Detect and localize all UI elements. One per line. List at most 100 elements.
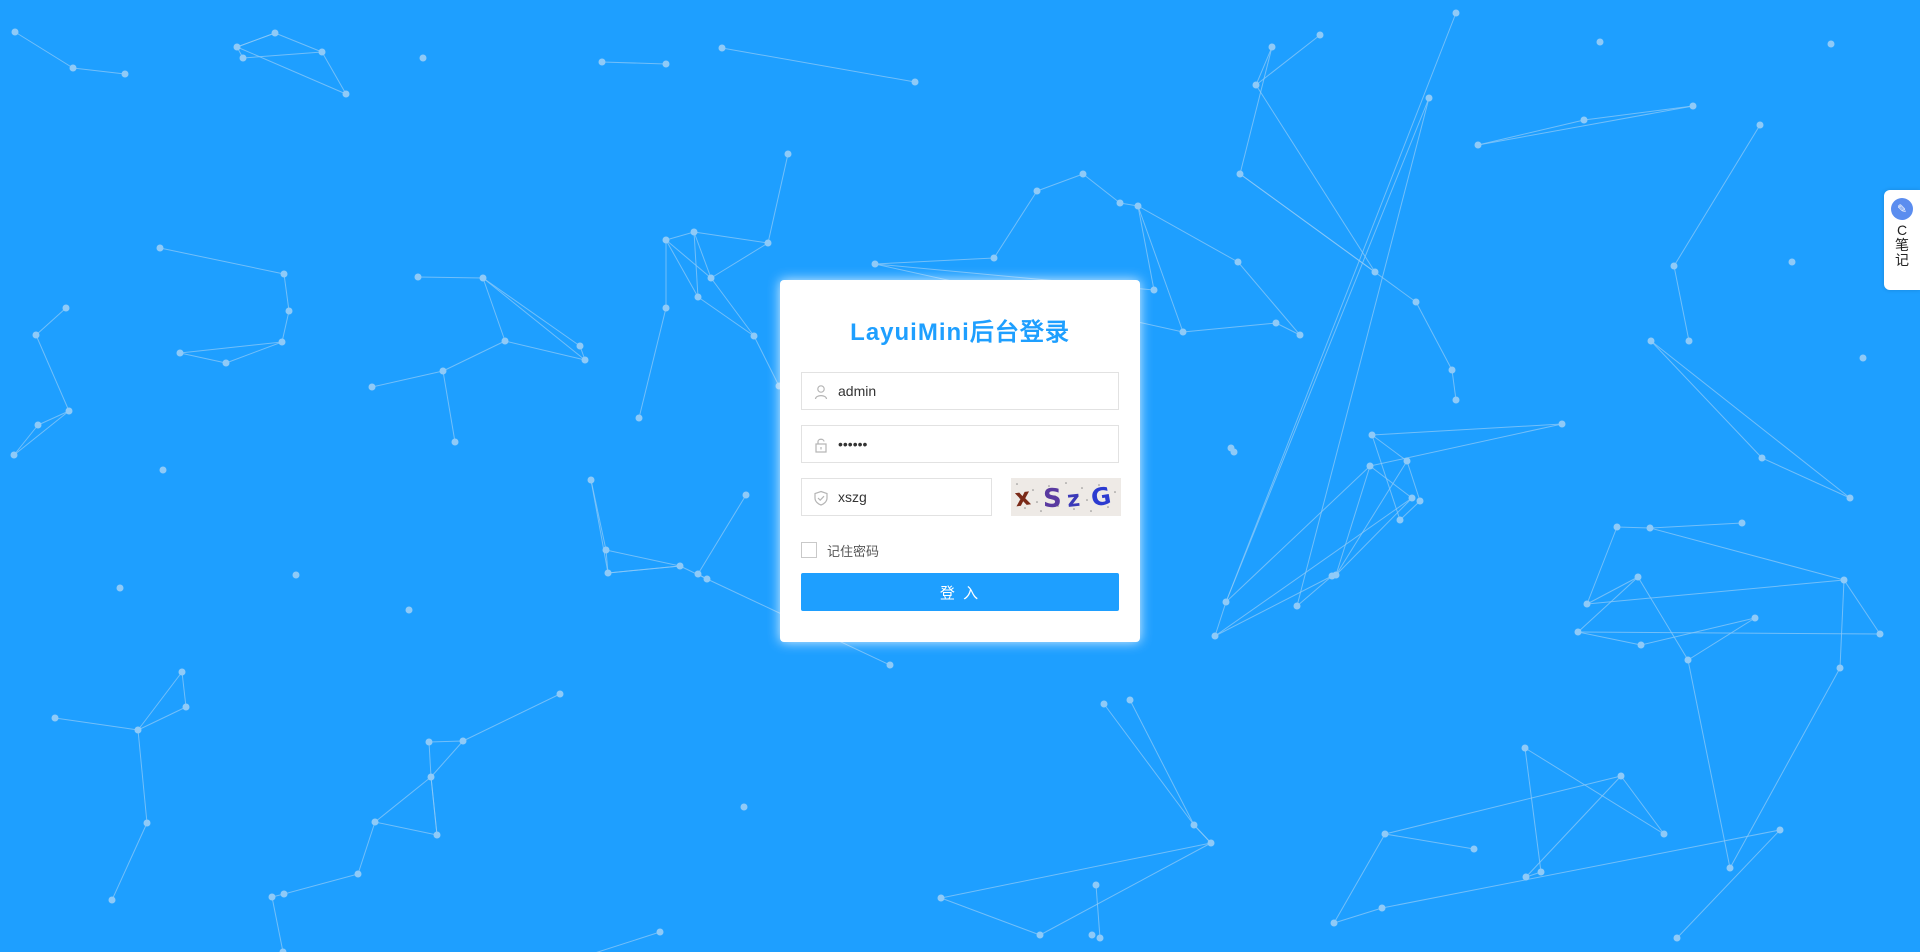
network-line xyxy=(1039,842,1212,936)
username-input[interactable] xyxy=(838,373,1098,409)
network-dot xyxy=(662,236,670,244)
network-line xyxy=(601,61,667,65)
network-dot xyxy=(1330,919,1338,927)
network-dot xyxy=(1670,262,1678,270)
network-line xyxy=(13,410,70,456)
network-line xyxy=(1371,434,1401,521)
network-dot xyxy=(1211,632,1219,640)
network-line xyxy=(159,247,285,275)
network-line xyxy=(1687,617,1756,661)
network-line xyxy=(1673,124,1761,267)
network-dot xyxy=(1788,258,1796,266)
network-dot xyxy=(116,584,124,592)
network-dot xyxy=(268,893,276,901)
network-dot xyxy=(156,244,164,252)
network-line xyxy=(1650,340,1763,459)
network-line xyxy=(1650,340,1851,499)
captcha-image[interactable]: x S z G xyxy=(1011,478,1121,516)
login-title: LayuiMini后台登录 xyxy=(850,319,1070,346)
network-dot xyxy=(784,150,792,158)
network-dot xyxy=(405,606,413,614)
network-line xyxy=(993,190,1038,259)
network-line xyxy=(1129,699,1195,826)
network-dot xyxy=(1689,102,1697,110)
network-dot xyxy=(178,668,186,676)
side-note-widget[interactable]: ✎ C笔记 xyxy=(1884,190,1920,290)
network-dot xyxy=(602,546,610,554)
network-dot xyxy=(1840,576,1848,584)
network-dot xyxy=(598,58,606,66)
network-dot xyxy=(222,359,230,367)
network-dot xyxy=(1758,454,1766,462)
network-line xyxy=(1384,775,1622,835)
network-dot xyxy=(1647,337,1655,345)
network-dot xyxy=(279,948,287,952)
network-line xyxy=(590,479,609,574)
network-dot xyxy=(750,332,758,340)
network-line xyxy=(693,231,769,244)
network-dot xyxy=(1293,602,1301,610)
network-line xyxy=(1225,97,1430,603)
network-dot xyxy=(1452,9,1460,17)
network-dot xyxy=(1408,494,1416,502)
remember-checkbox[interactable] xyxy=(801,542,817,558)
network-dot xyxy=(1088,931,1096,939)
network-dot xyxy=(1827,40,1835,48)
network-dot xyxy=(414,273,422,281)
network-line xyxy=(357,821,376,875)
network-dot xyxy=(1316,31,1324,39)
remember-password[interactable]: 记住密码 xyxy=(801,540,879,560)
network-dot xyxy=(354,870,362,878)
network-dot xyxy=(740,803,748,811)
network-dot xyxy=(342,90,350,98)
network-dot xyxy=(182,703,190,711)
network-dot xyxy=(51,714,59,722)
network-dot xyxy=(134,726,142,734)
network-dot xyxy=(176,349,184,357)
network-dot xyxy=(285,307,293,315)
network-dot xyxy=(1574,628,1582,636)
network-dot xyxy=(1412,298,1420,306)
network-dot xyxy=(1100,700,1108,708)
network-line xyxy=(721,47,916,83)
network-dot xyxy=(911,78,919,86)
shield-icon xyxy=(814,490,828,506)
network-dot xyxy=(1296,331,1304,339)
network-line xyxy=(1384,833,1475,850)
password-field[interactable] xyxy=(801,425,1119,463)
network-line xyxy=(442,370,456,443)
note-logo-icon: ✎ xyxy=(1891,198,1913,220)
network-line xyxy=(271,896,284,952)
network-dot xyxy=(1613,523,1621,531)
network-line xyxy=(137,706,187,731)
network-dot xyxy=(1378,904,1386,912)
network-line xyxy=(605,549,681,567)
network-line xyxy=(1371,434,1408,462)
network-dot xyxy=(233,43,241,51)
login-button[interactable]: 登 入 xyxy=(801,573,1119,611)
network-line xyxy=(665,231,695,241)
network-dot xyxy=(1634,573,1642,581)
network-line xyxy=(283,873,359,895)
network-line xyxy=(1761,457,1851,499)
network-dot xyxy=(1236,170,1244,178)
captcha-field[interactable] xyxy=(801,478,992,516)
network-dot xyxy=(581,356,589,364)
network-dot xyxy=(1646,524,1654,532)
network-dot xyxy=(479,274,487,282)
username-field[interactable] xyxy=(801,372,1119,410)
network-dot xyxy=(1222,598,1230,606)
network-line xyxy=(321,51,347,95)
captcha-input[interactable] xyxy=(838,479,978,515)
network-line xyxy=(1616,526,1651,529)
network-line xyxy=(179,352,227,364)
network-line xyxy=(1586,526,1618,605)
network-dot xyxy=(159,466,167,474)
password-input[interactable] xyxy=(838,426,1098,462)
network-dot xyxy=(1684,656,1692,664)
network-line xyxy=(1577,631,1642,646)
network-line xyxy=(1296,97,1430,607)
network-dot xyxy=(292,571,300,579)
network-line xyxy=(1255,84,1376,273)
network-dot xyxy=(1179,328,1187,336)
